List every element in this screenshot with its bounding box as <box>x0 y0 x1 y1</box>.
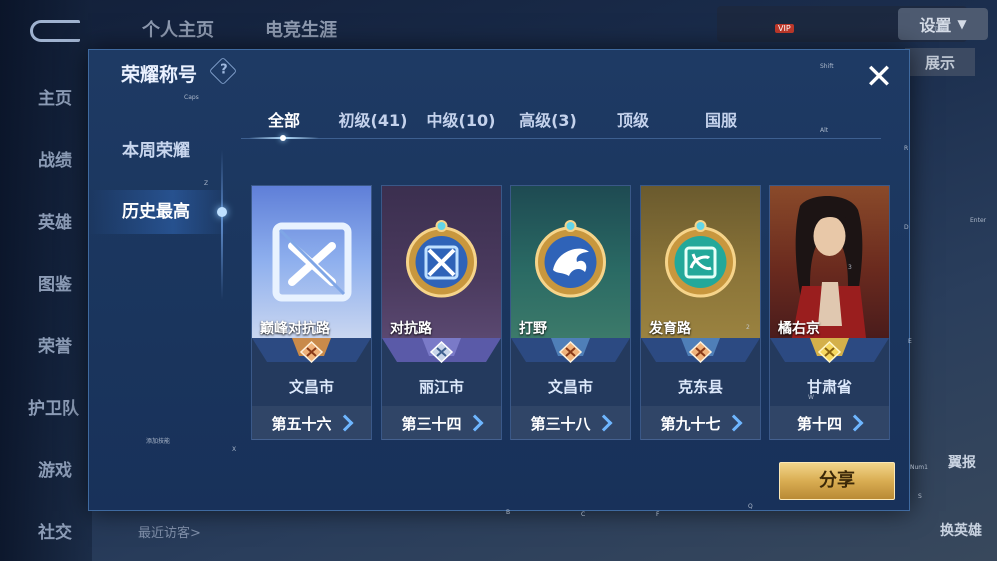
key-hint-add-skill: 添加技能 <box>146 438 171 445</box>
card-rank: 第三十八 <box>530 414 591 433</box>
key-hint-2: 2 <box>746 324 750 331</box>
honor-title-dialog: 荣耀称号 ? ✕ 本周荣耀 历史最高 全部 初级(41) 中级(10) 高级(3… <box>88 49 910 511</box>
peak-emblem-icon <box>252 186 371 338</box>
honor-card-bot-lane[interactable]: 发育路 克东县 第九十七 <box>640 185 761 440</box>
key-hint-q: Q <box>748 503 753 510</box>
card-rank-row[interactable]: 第十四 <box>770 406 889 440</box>
tab-national[interactable]: 国服 <box>691 106 751 136</box>
bg-report-label[interactable]: 翼报 <box>948 452 976 472</box>
key-hint-tab: Tab <box>934 26 945 33</box>
key-hint-x: X <box>232 446 237 453</box>
sword-emblem-icon <box>382 186 501 338</box>
bg-nav-social[interactable]: 社交 <box>38 518 72 543</box>
bg-swap-hero-label[interactable]: 换英雄 <box>940 520 982 540</box>
card-rank-row[interactable]: 第三十八 <box>511 406 630 440</box>
bg-nav-home[interactable]: 主页 <box>38 84 72 109</box>
vip-badge: VIP <box>775 24 794 33</box>
bg-nav-codex[interactable]: 图鉴 <box>38 270 72 295</box>
card-position: 巅峰对抗路 <box>260 321 330 337</box>
dragon-emblem-icon <box>511 186 630 338</box>
key-hint-z: Z <box>204 180 209 187</box>
bg-nav-honor[interactable]: 荣誉 <box>38 332 72 357</box>
tab-junior[interactable]: 初级(41) <box>333 106 413 136</box>
bg-nav-guard[interactable]: 护卫队 <box>28 394 79 419</box>
key-hint-r: R <box>904 145 909 152</box>
card-region: 文昌市 <box>288 378 334 396</box>
chevron-right-icon <box>848 414 862 432</box>
key-hint-1: 1 <box>684 425 688 432</box>
key-hint-num1: Num1 <box>910 464 928 471</box>
active-indicator-dot <box>217 207 227 217</box>
grade-tabs: 全部 初级(41) 中级(10) 高级(3) 顶级 国服 <box>241 106 881 141</box>
key-hint-shift: Shift <box>820 63 834 70</box>
card-position: 橘右京 <box>778 321 820 337</box>
card-position: 对抗路 <box>390 321 432 337</box>
key-hint-3: 3 <box>848 264 852 271</box>
bg-recent-visitors[interactable]: 最近访客> <box>138 522 201 541</box>
honor-card-hero[interactable]: 橘右京 甘肃省 第十四 <box>769 185 890 440</box>
active-tab-indicator <box>249 135 319 141</box>
tab-underline <box>241 138 881 139</box>
bg-nav-record[interactable]: 战绩 <box>38 146 72 171</box>
chevron-right-icon <box>727 414 741 432</box>
card-position: 打野 <box>519 321 547 337</box>
side-item-history-best[interactable]: 历史最高 <box>89 190 229 234</box>
key-hint-w: W <box>808 394 814 401</box>
key-hint-f: F <box>656 511 660 518</box>
card-rank-row[interactable]: 第五十六 <box>252 406 371 440</box>
bg-nav-game[interactable]: 游戏 <box>38 456 72 481</box>
bronze-banner-icon <box>252 338 371 374</box>
gold-banner-icon <box>770 338 889 374</box>
bronze-banner-icon <box>511 338 630 374</box>
card-region: 文昌市 <box>547 378 593 396</box>
key-hint-alt: Alt <box>820 127 829 134</box>
bg-tab-esports[interactable]: 电竞生涯 <box>265 16 337 42</box>
tab-senior[interactable]: 高级(3) <box>513 106 583 136</box>
key-hint-enter: Enter <box>970 217 987 224</box>
arrow-emblem-icon <box>641 186 760 338</box>
tab-intermediate[interactable]: 中级(10) <box>421 106 501 136</box>
card-region: 甘肃省 <box>806 378 852 396</box>
chevron-right-icon <box>468 414 482 432</box>
key-hint-c: C <box>581 511 586 518</box>
close-button[interactable]: ✕ <box>861 60 897 96</box>
card-rank-row[interactable]: 第九十七 <box>641 406 760 440</box>
tab-top[interactable]: 顶级 <box>603 106 663 136</box>
chevron-down-icon: ▼ <box>957 17 967 31</box>
key-hint-s: S <box>918 493 922 500</box>
card-position: 发育路 <box>649 321 691 337</box>
card-rank: 第九十七 <box>660 414 721 433</box>
bg-show-button[interactable]: 展示 <box>905 48 975 76</box>
honor-card-jungle[interactable]: 打野 文昌市 第三十八 <box>510 185 631 440</box>
silver-banner-icon <box>382 338 501 374</box>
key-hint-b: B <box>506 509 511 516</box>
share-button[interactable]: 分享 <box>779 462 895 500</box>
help-symbol: ? <box>220 62 228 78</box>
key-hint-e: E <box>908 338 912 345</box>
key-hint-d: D <box>904 224 909 231</box>
tab-all[interactable]: 全部 <box>249 106 319 136</box>
hero-portrait-icon <box>770 186 889 338</box>
bronze-banner-icon <box>641 338 760 374</box>
card-rank: 第五十六 <box>271 414 332 433</box>
bg-settings-button[interactable]: 设置 ▼ <box>898 8 988 40</box>
honor-card-peak-top[interactable]: 巅峰对抗路 文昌市 第五十六 <box>251 185 372 440</box>
card-rank-row[interactable]: 第三十四 <box>382 406 501 440</box>
bg-tab-profile[interactable]: 个人主页 <box>142 16 214 42</box>
side-item-weekly-honor[interactable]: 本周荣耀 <box>89 129 229 173</box>
card-region: 克东县 <box>677 378 723 396</box>
help-icon[interactable]: ? <box>208 56 238 86</box>
card-rank: 第三十四 <box>401 414 462 433</box>
honor-card-top-lane[interactable]: 对抗路 丽江市 第三十四 <box>381 185 502 440</box>
card-rank: 第十四 <box>796 414 842 433</box>
chevron-right-icon <box>338 414 352 432</box>
key-hint-caps: Caps <box>184 94 199 101</box>
bg-nav-hero[interactable]: 英雄 <box>38 208 72 233</box>
back-icon[interactable] <box>30 20 80 42</box>
card-region: 丽江市 <box>418 378 464 396</box>
dialog-title: 荣耀称号 <box>121 64 198 86</box>
chevron-right-icon <box>597 414 611 432</box>
